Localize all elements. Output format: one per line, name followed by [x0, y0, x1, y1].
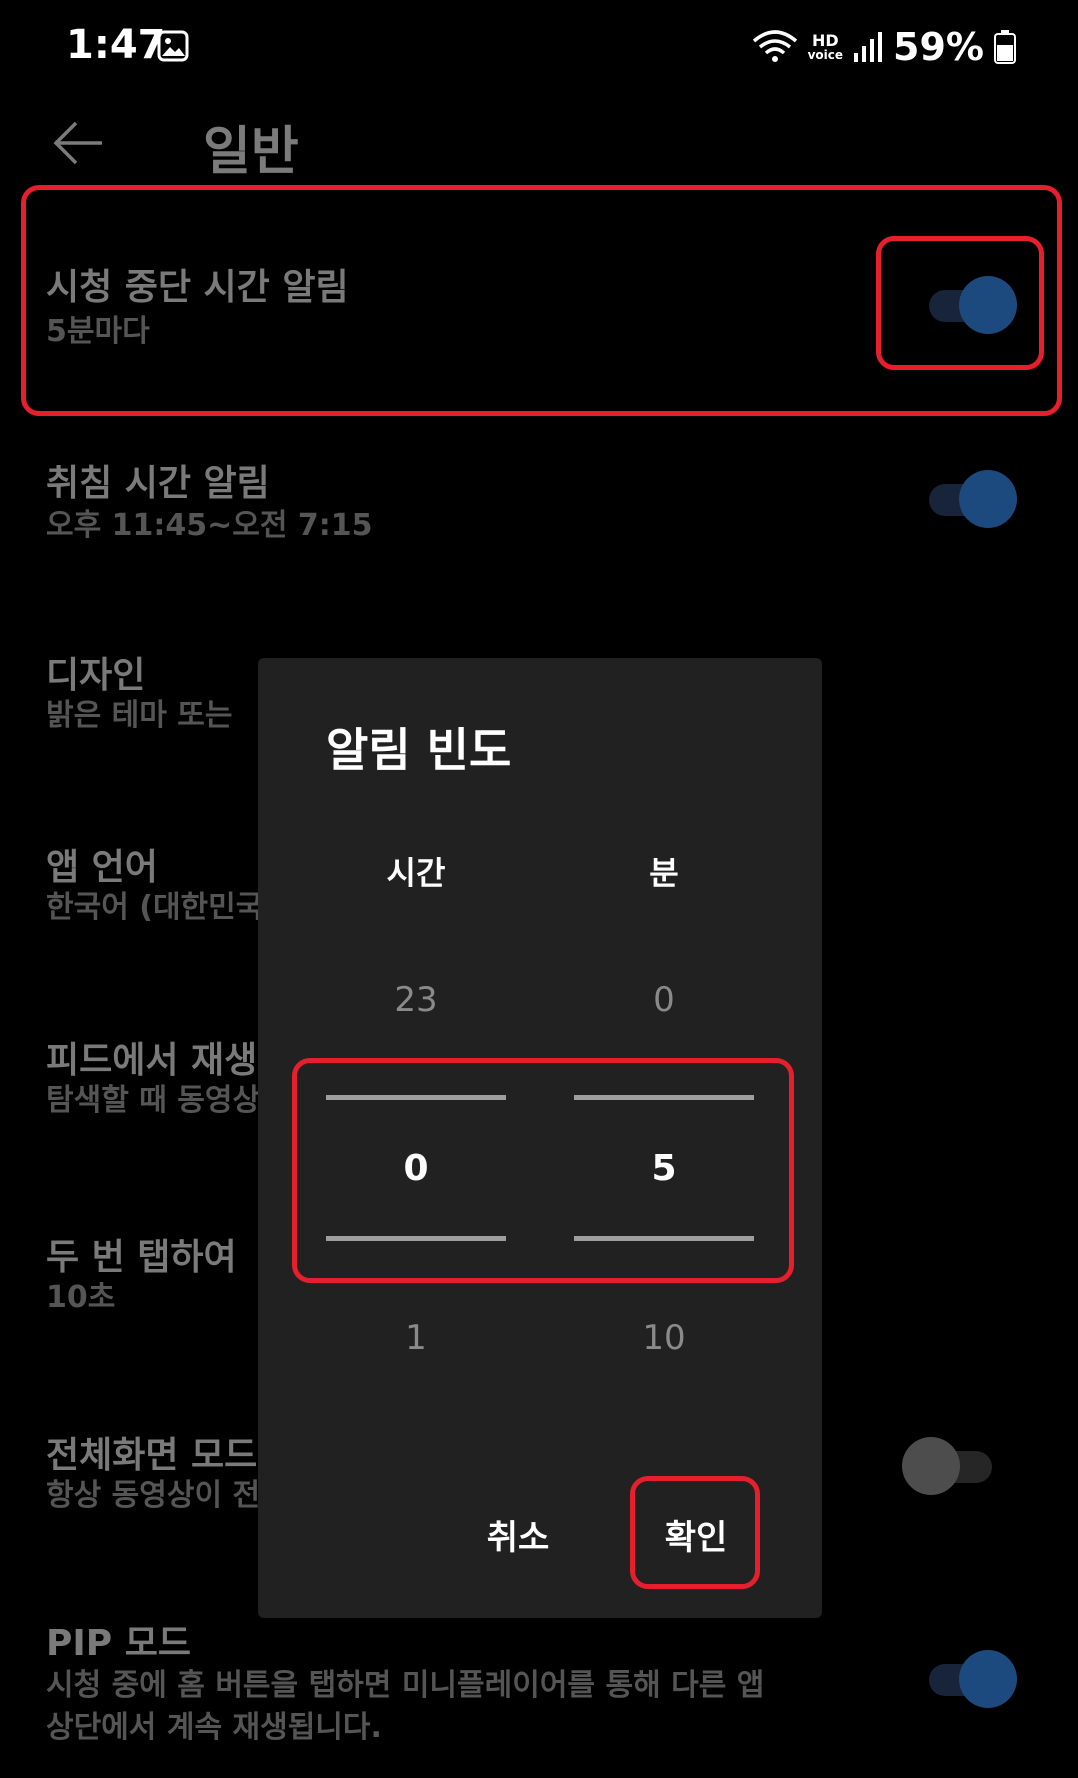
- status-bar: 1:47 HD voice 59%: [0, 0, 1078, 95]
- signal-icon: [854, 32, 883, 62]
- hd-label: HD: [811, 31, 839, 50]
- setting-title: 디자인: [46, 655, 146, 696]
- setting-subtitle: 한국어 (대한민국: [46, 890, 264, 925]
- setting-title: 전체화면 모드: [46, 1435, 258, 1476]
- minutes-prev-value[interactable]: 0: [574, 980, 754, 1020]
- highlight-picker-frame: [292, 1058, 794, 1283]
- gallery-icon: [157, 30, 189, 62]
- setting-title: PIP 모드: [46, 1623, 191, 1664]
- battery-percent: 59%: [893, 25, 984, 69]
- battery-icon: [994, 30, 1016, 64]
- hours-prev-value[interactable]: 23: [326, 980, 506, 1020]
- minutes-next-value[interactable]: 10: [574, 1318, 754, 1358]
- dialog-title: 알림 빈도: [326, 723, 512, 777]
- minutes-column-label: 분: [649, 854, 679, 892]
- highlight-toggle-frame: [876, 236, 1044, 370]
- highlight-ok-frame: [630, 1476, 760, 1589]
- bedtime-toggle[interactable]: [925, 470, 1017, 528]
- setting-subtitle: 항상 동영상이 전: [46, 1478, 261, 1513]
- setting-title: 앱 언어: [46, 847, 158, 888]
- setting-subtitle: 오후 11:45~오전 7:15: [46, 508, 373, 543]
- setting-subtitle: 밝은 테마 또는: [46, 698, 233, 733]
- status-time: 1:47: [66, 22, 166, 68]
- setting-title: 두 번 탭하여: [46, 1237, 237, 1278]
- hd-voice-icon: HD voice: [807, 31, 844, 62]
- fullscreen-toggle[interactable]: [902, 1437, 996, 1495]
- setting-pip-mode[interactable]: PIP 모드 시청 중에 홈 버튼을 탭하면 미니플레이어를 통해 다른 앱 상…: [0, 1608, 1078, 1778]
- hours-next-value[interactable]: 1: [326, 1318, 506, 1358]
- voice-label: voice: [807, 48, 844, 62]
- pip-toggle[interactable]: [925, 1650, 1017, 1708]
- page-title: 일반: [203, 122, 299, 182]
- back-arrow-icon[interactable]: [50, 115, 106, 171]
- setting-title: 취침 시간 알림: [46, 463, 270, 504]
- setting-title: 피드에서 재생: [46, 1040, 258, 1081]
- setting-subtitle: 탐색할 때 동영상: [46, 1083, 261, 1118]
- setting-subtitle: 시청 중에 홈 버튼을 탭하면 미니플레이어를 통해 다른 앱: [46, 1668, 765, 1703]
- app-bar: 일반: [0, 95, 1078, 190]
- status-icons: HD voice 59%: [752, 22, 1016, 72]
- hours-column-label: 시간: [386, 854, 446, 892]
- cancel-button[interactable]: 취소: [458, 1510, 578, 1559]
- wifi-icon: [752, 30, 797, 62]
- setting-subtitle-line2: 상단에서 계속 재생됩니다.: [46, 1710, 382, 1745]
- setting-subtitle: 10초: [46, 1280, 116, 1315]
- setting-bedtime-reminder[interactable]: 취침 시간 알림 오후 11:45~오전 7:15: [0, 430, 1078, 600]
